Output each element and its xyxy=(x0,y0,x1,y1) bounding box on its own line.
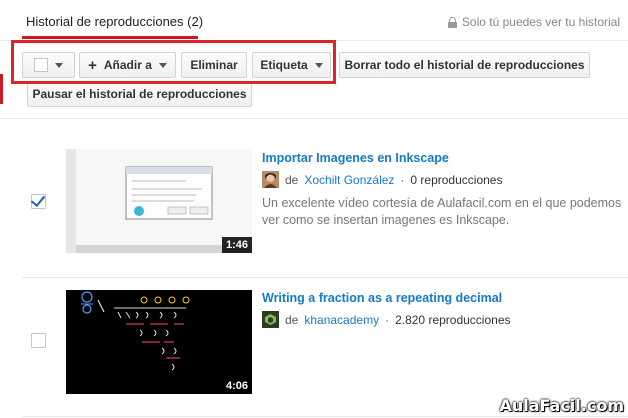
video-meta: de Xochilt González · 0 reproducciones xyxy=(262,171,502,188)
row-divider xyxy=(22,416,628,417)
side-accent-bar xyxy=(0,74,3,104)
toolbar-divider xyxy=(0,118,628,119)
channel-link[interactable]: khanacademy xyxy=(304,313,379,327)
video-meta: de khanacademy · 2.820 reproducciones xyxy=(262,311,511,328)
video-duration: 1:46 xyxy=(221,237,252,253)
meta-separator: · xyxy=(385,312,390,327)
video-checkbox[interactable] xyxy=(31,333,46,348)
highlight-annotation-box xyxy=(11,40,336,84)
privacy-notice: Solo tú puedes ver tu historial xyxy=(447,15,620,29)
history-tabbar: Historial de reproducciones (2) Solo tú … xyxy=(0,0,628,41)
video-thumbnail[interactable]: 1:46 xyxy=(66,149,252,253)
clear-all-label: Borrar todo el historial de reproduccion… xyxy=(344,58,585,72)
by-label: de xyxy=(285,172,299,187)
active-tab-underline xyxy=(22,36,198,39)
site-watermark: AulaFacil.com xyxy=(499,396,624,415)
view-count: 0 reproducciones xyxy=(410,172,503,187)
row-divider xyxy=(22,277,628,278)
video-title-link[interactable]: Writing a fraction as a repeating decima… xyxy=(262,291,502,305)
by-label: de xyxy=(285,312,299,327)
video-checkbox[interactable] xyxy=(30,191,46,209)
tab-history[interactable]: Historial de reproducciones (2) xyxy=(26,14,203,29)
video-description: Un excelente vídeo cortesía de Aulafacil… xyxy=(262,196,622,227)
channel-avatar[interactable] xyxy=(262,311,279,328)
channel-avatar[interactable] xyxy=(262,171,279,188)
video-title-link[interactable]: Importar Imagenes en Inkscape xyxy=(262,151,449,165)
channel-link[interactable]: Xochilt González xyxy=(304,173,394,187)
checkmark-icon xyxy=(30,191,46,208)
clear-all-history-button[interactable]: Borrar todo el historial de reproduccion… xyxy=(339,52,590,78)
video-duration: 4:06 xyxy=(221,378,252,394)
pause-label: Pausar el historial de reproducciones xyxy=(32,87,247,101)
meta-separator: · xyxy=(400,172,405,187)
video-thumbnail[interactable]: 4:06 xyxy=(66,290,252,394)
privacy-text: Solo tú puedes ver tu historial xyxy=(461,15,620,29)
pause-history-button[interactable]: Pausar el historial de reproducciones xyxy=(27,81,252,107)
view-count: 2.820 reproducciones xyxy=(395,312,511,327)
lock-icon xyxy=(447,17,457,28)
